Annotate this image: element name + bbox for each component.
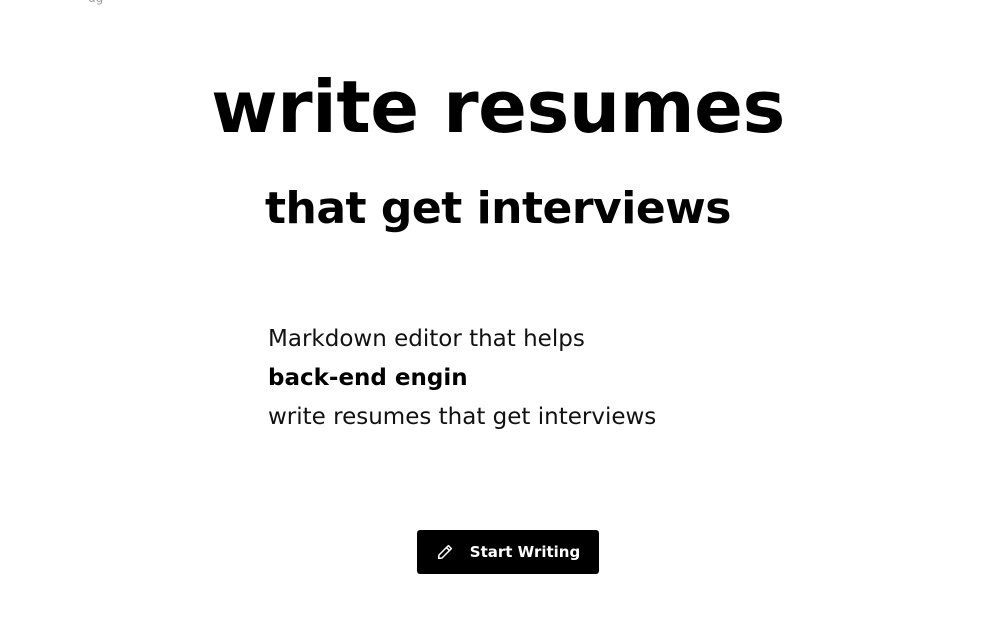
typing-line-intro: Markdown editor that helps: [268, 326, 585, 352]
top-nav-fragment: ug: [88, 0, 103, 5]
pencil-icon: [436, 543, 454, 561]
hero-subtitle: that get interviews: [264, 183, 732, 234]
hero-title: write resumes: [211, 65, 785, 149]
start-writing-label: Start Writing: [469, 543, 581, 561]
landing-page: ug write resumes that get interviews Mar…: [0, 0, 996, 631]
typing-text-block: Markdown editor that helps back-end engi…: [268, 320, 788, 437]
typing-line-role: back-end engin: [268, 365, 468, 391]
typing-line-tagline: write resumes that get interviews: [268, 404, 657, 430]
start-writing-button[interactable]: Start Writing: [417, 530, 599, 574]
